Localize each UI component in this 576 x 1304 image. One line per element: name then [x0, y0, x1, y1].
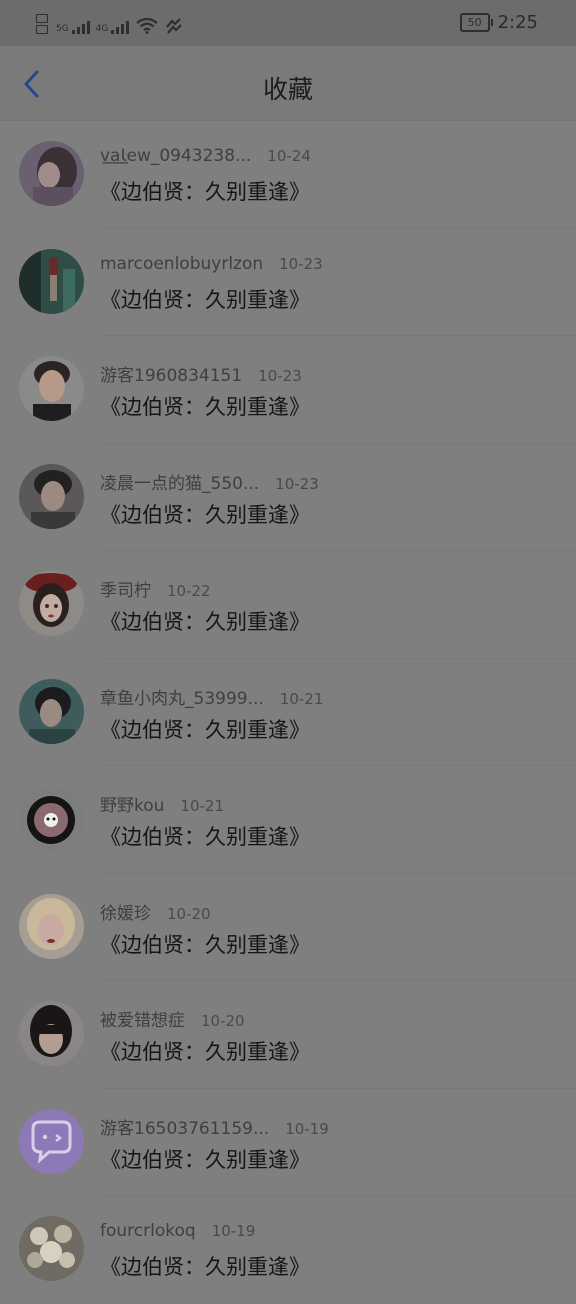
item-meta: 章鱼小肉丸_53999... 10-21 — [100, 684, 323, 709]
date: 10-19 — [285, 1119, 329, 1138]
avatar[interactable] — [19, 141, 84, 206]
list-item[interactable]: 被爱错想症 10-20 《边伯贤：久别重逢》 — [0, 981, 576, 1089]
username[interactable]: 凌晨一点的猫_550... — [100, 474, 259, 494]
work-title[interactable]: 《边伯贤：久别重逢》 — [100, 284, 310, 314]
nfc-icon — [166, 18, 183, 34]
date: 10-21 — [279, 689, 324, 708]
date: 10-21 — [180, 797, 225, 815]
page-title: 收藏 — [262, 75, 313, 104]
work-title[interactable]: 《边伯贤：久别重逢》 — [100, 606, 310, 636]
username[interactable]: 季司柠 — [100, 581, 151, 601]
avatar[interactable] — [19, 893, 84, 959]
dual-sim-icon — [36, 14, 48, 34]
work-title[interactable]: 《边伯贤：久别重逢》 — [100, 929, 310, 959]
avatar[interactable] — [19, 248, 84, 314]
work-title[interactable]: 《边伯贤：久别重逢》 — [100, 821, 310, 851]
signal-1-icon: 5G — [56, 21, 90, 34]
item-meta: 凌晨一点的猫_550... 10-23 — [100, 469, 319, 494]
avatar[interactable] — [19, 1108, 84, 1174]
work-title[interactable]: 《边伯贤：久别重逢》 — [100, 499, 310, 529]
list-item[interactable]: 游客16503761159... 10-19 《边伯贤：久别重逢》 — [0, 1089, 576, 1196]
avatar[interactable] — [19, 571, 84, 636]
signal-2-label: 4G — [95, 24, 109, 34]
app-header: 收藏 — [0, 46, 576, 121]
list-item[interactable]: 徐媛珍 10-20 《边伯贤：久别重逢》 — [0, 874, 576, 981]
item-meta: 游客16503761159... 10-19 — [100, 1114, 329, 1139]
item-meta: 野野kou 10-21 — [100, 791, 224, 816]
item-meta: 被爱错想症 10-20 — [100, 1006, 245, 1031]
battery-icon: 50 — [459, 13, 493, 32]
list-item[interactable]: 游客1960834151 10-23 《边伯贤：久别重逢》 — [0, 336, 576, 444]
list-item[interactable]: v͟a͟Ɩew_0943238... 10-24 《边伯贤：久别重逢》 — [0, 121, 576, 229]
work-title[interactable]: 《边伯贤：久别重逢》 — [100, 714, 310, 744]
signal-2-icon: 4G — [96, 21, 130, 34]
status-bar: 5G 4G 50 2:25 — [0, 0, 576, 46]
work-title[interactable]: 《边伯贤：久别重逢》 — [100, 1251, 310, 1281]
item-meta: v͟a͟Ɩew_0943238... 10-24 — [100, 146, 311, 166]
list-item[interactable]: 章鱼小肉丸_53999... 10-21 《边伯贤：久别重逢》 — [0, 659, 576, 766]
date: 10-23 — [279, 254, 323, 273]
work-title[interactable]: 《边伯贤：久别重逢》 — [100, 1144, 310, 1174]
avatar[interactable] — [19, 678, 84, 744]
username[interactable]: marcoenlobuyrlzon — [100, 254, 263, 274]
date: 10-23 — [275, 474, 319, 493]
username[interactable]: fourcrlokoq — [100, 1221, 196, 1241]
date: 10-23 — [258, 367, 302, 385]
favorites-list: v͟a͟Ɩew_0943238... 10-24 《边伯贤：久别重逢》 marco… — [0, 121, 576, 1304]
item-meta: 徐媛珍 10-20 — [100, 899, 211, 924]
list-item[interactable]: marcoenlobuyrlzon 10-23 《边伯贤：久别重逢》 — [0, 229, 576, 336]
date: 10-22 — [167, 582, 211, 600]
work-title[interactable]: 《边伯贤：久别重逢》 — [100, 176, 310, 206]
date: 10-20 — [201, 1012, 245, 1030]
item-meta: 季司柠 10-22 — [100, 576, 211, 601]
username[interactable]: 游客1960834151 — [100, 366, 242, 386]
avatar[interactable] — [19, 463, 84, 529]
username[interactable]: 章鱼小肉丸_53999... — [100, 689, 264, 709]
date: 10-24 — [267, 147, 311, 165]
list-item[interactable]: fourcrlokoq 10-19 《边伯贤：久别重逢》 — [0, 1196, 576, 1304]
item-meta: marcoenlobuyrlzon 10-23 — [100, 254, 323, 274]
signal-1-label: 5G — [56, 24, 69, 34]
work-title[interactable]: 《边伯贤：久别重逢》 — [100, 391, 310, 421]
username[interactable]: v͟a͟Ɩew_0943238... — [100, 146, 251, 166]
avatar[interactable] — [19, 356, 84, 421]
status-icons-left: 5G 4G — [36, 14, 183, 34]
status-icons-right: 50 2:25 — [459, 12, 538, 33]
item-meta: fourcrlokoq 10-19 — [100, 1221, 255, 1241]
item-meta: 游客1960834151 10-23 — [100, 361, 302, 386]
list-item[interactable]: 野野kou 10-21 《边伯贤：久别重逢》 — [0, 766, 576, 874]
username[interactable]: 游客16503761159... — [100, 1119, 269, 1139]
username[interactable]: 野野kou — [100, 796, 164, 816]
clock: 2:25 — [497, 12, 538, 33]
work-title[interactable]: 《边伯贤：久别重逢》 — [100, 1036, 310, 1066]
avatar[interactable] — [19, 1216, 84, 1281]
list-item[interactable]: 季司柠 10-22 《边伯贤：久别重逢》 — [0, 551, 576, 659]
username[interactable]: 被爱错想症 — [100, 1011, 185, 1031]
list-item[interactable]: 凌晨一点的猫_550... 10-23 《边伯贤：久别重逢》 — [0, 444, 576, 551]
avatar[interactable] — [19, 786, 84, 851]
date: 10-20 — [167, 904, 211, 923]
date: 10-19 — [211, 1222, 256, 1240]
avatar[interactable] — [19, 1001, 84, 1066]
username[interactable]: 徐媛珍 — [100, 904, 151, 924]
wifi-icon — [136, 18, 159, 34]
